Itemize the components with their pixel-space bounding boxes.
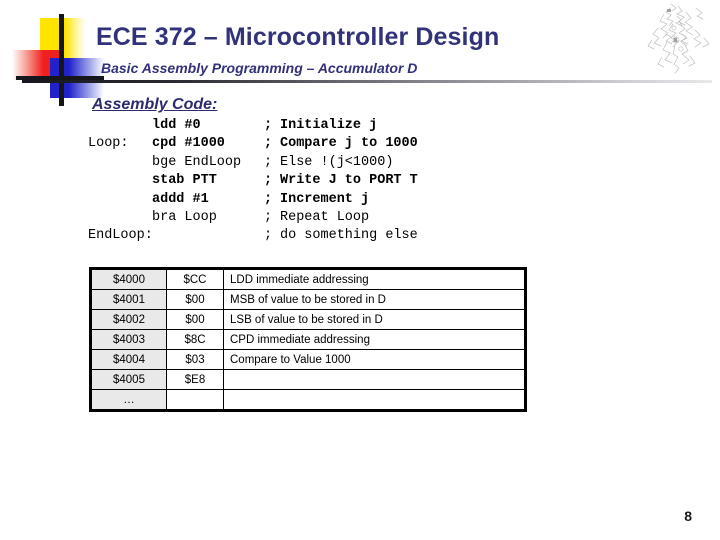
logo-squares-crosshair-icon [12,14,104,106]
page-number: 8 [684,508,692,524]
code-instruction: ldd #0 [152,118,201,133]
page-title: ECE 372 – Microcontroller Design [96,23,500,51]
code-comment: do something else [280,228,418,244]
memory-description-cell: MSB of value to be stored in D [223,289,526,310]
code-line: Loop: cpd #1000; Compare j to 1000 [88,135,418,153]
code-line: EndLoop:; do something else [88,227,418,245]
code-line: stab PTT; Write J to PORT T [88,172,418,190]
table-row: $4005 $E8 [90,369,526,390]
memory-value-cell: $00 [166,309,224,330]
logo-vertical-bar [59,14,64,106]
code-instruction: stab PTT [152,173,217,189]
code-comment: Write J to PORT T [280,173,418,189]
memory-description-cell: LSB of value to be stored in D [223,309,526,330]
code-comment-marker: ; [264,154,273,170]
table-row: $4002 $00 LSB of value to be stored in D [90,309,526,330]
memory-address-cell: … [90,389,167,411]
memory-address-cell: $4000 [90,268,167,290]
code-line: ldd #0; Initialize j [88,117,418,135]
code-comment: Initialize j [280,118,378,133]
memory-address-cell: $4005 [90,369,167,390]
code-label: EndLoop: [88,228,153,244]
scribble-sketch-icon [647,3,710,74]
table-row: $4004 $03 Compare to Value 1000 [90,349,526,370]
page-subtitle: Basic Assembly Programming – Accumulator… [101,60,418,76]
header-divider [22,80,712,83]
table-row: … [90,389,526,411]
code-line: bra Loop; Repeat Loop [88,209,418,227]
code-comment-marker: ; [264,228,273,244]
memory-value-cell: $CC [166,268,224,290]
memory-address-cell: $4003 [90,329,167,350]
code-instruction: cpd #1000 [152,136,225,152]
section-heading: Assembly Code: [92,96,218,113]
memory-address-cell: $4004 [90,349,167,370]
memory-description-cell: CPD immediate addressing [223,329,526,350]
code-instruction: bra Loop [152,209,217,225]
memory-value-cell [166,389,224,411]
memory-value-cell: $E8 [166,369,224,390]
code-line: bge EndLoop; Else !(j<1000) [88,154,418,172]
code-label: Loop: [88,136,129,152]
code-comment-marker: ; [264,191,273,207]
code-instruction: bge EndLoop [152,154,242,170]
memory-description-cell [223,389,526,411]
table-row: $4001 $00 MSB of value to be stored in D [90,289,526,310]
assembly-code-listing: ldd #0; Initialize j Loop: cpd #1000; Compar… [88,117,418,246]
code-comment-marker: ; [264,209,273,225]
memory-value-cell: $03 [166,349,224,370]
memory-table-body: $4000 $CC LDD immediate addressing $4001 $00… [90,268,526,411]
memory-address-cell: $4002 [90,309,167,330]
code-comment-marker: ; [264,136,273,152]
memory-description-cell: LDD immediate addressing [223,268,526,290]
code-comment: Else !(j<1000) [280,154,394,170]
code-comment-marker: ; [264,118,273,133]
code-instruction: addd #1 [152,191,209,207]
code-comment: Increment j [280,191,370,207]
table-row: $4000 $CC LDD immediate addressing [90,268,526,290]
code-line: addd #1; Increment j [88,191,418,209]
code-comment: Compare j to 1000 [280,136,418,152]
code-comment: Repeat Loop [280,209,370,225]
memory-map-table: $4000 $CC LDD immediate addressing $4001 $00… [89,267,527,412]
memory-description-cell [223,369,526,390]
table-row: $4003 $8C CPD immediate addressing [90,329,526,350]
memory-value-cell: $8C [166,329,224,350]
code-comment-marker: ; [264,173,273,189]
memory-description-cell: Compare to Value 1000 [223,349,526,370]
memory-address-cell: $4001 [90,289,167,310]
memory-value-cell: $00 [166,289,224,310]
